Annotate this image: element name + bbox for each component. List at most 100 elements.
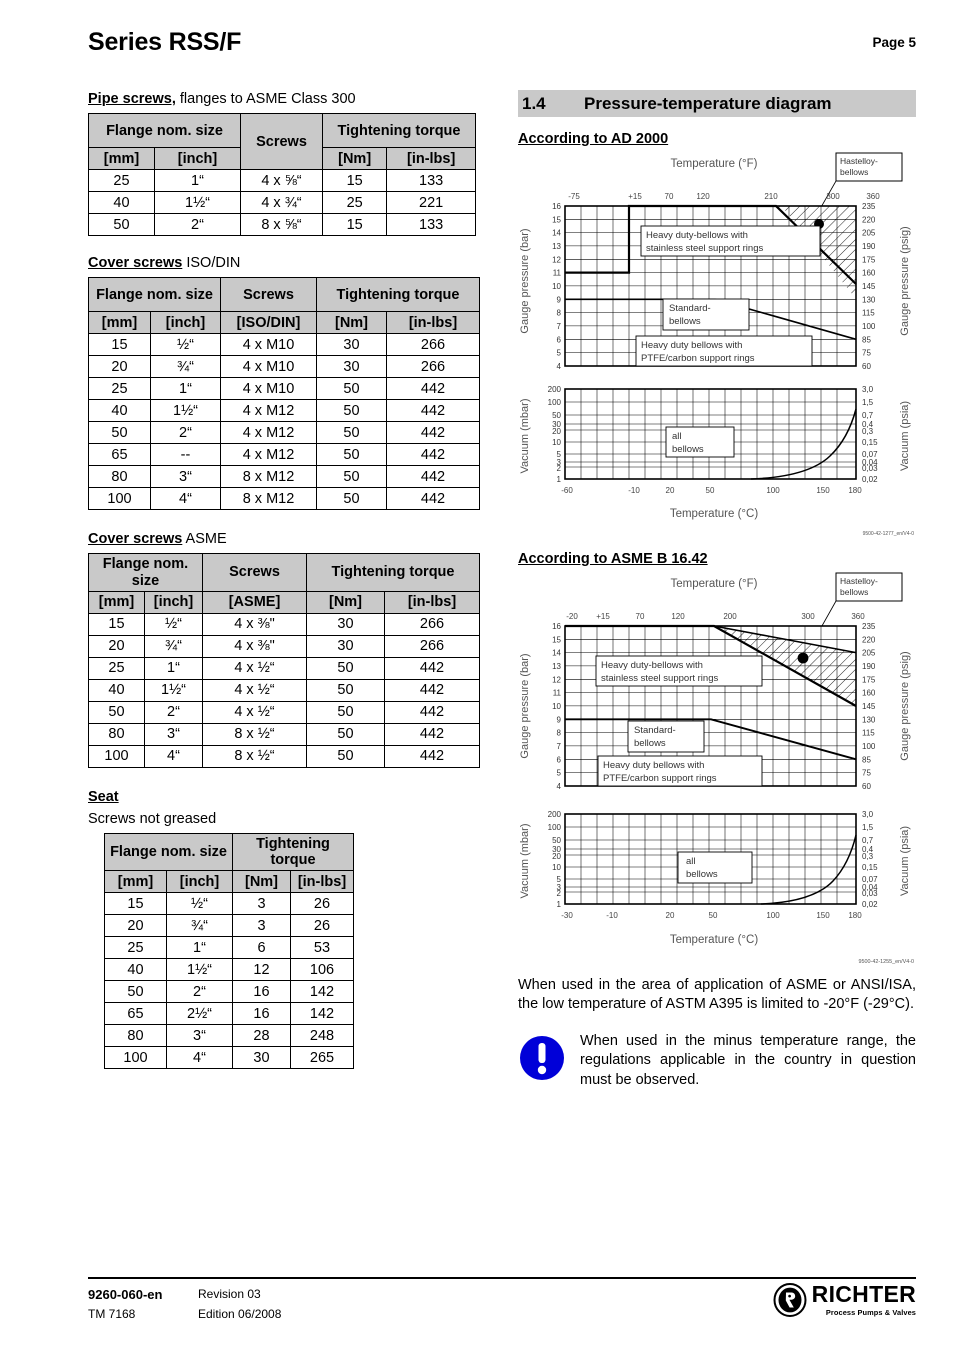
col-mm: [mm] bbox=[104, 870, 167, 894]
table-row: 25 1“ 4 x ⅝“ 15 133 bbox=[88, 169, 476, 193]
svg-text:50: 50 bbox=[709, 911, 718, 920]
svg-text:-10: -10 bbox=[606, 911, 618, 920]
asme-operating-point-marker bbox=[797, 652, 809, 664]
cell-inch: ½“ bbox=[150, 333, 221, 357]
cell-nm: 25 bbox=[321, 191, 388, 215]
cell-mm: 25 bbox=[104, 936, 167, 960]
cell-mm: 100 bbox=[104, 1046, 167, 1070]
svg-text:12: 12 bbox=[552, 675, 561, 684]
svg-text:10: 10 bbox=[552, 863, 561, 872]
cell-inch: 4“ bbox=[144, 744, 203, 768]
diagram-ad2000-heading: According to AD 2000 bbox=[518, 131, 669, 147]
cell-inch: 4“ bbox=[150, 487, 221, 511]
ad2000-vac-yticks-right: 3,01,50,7 0,40,30,15 0,070,040,03 0,02 bbox=[862, 385, 878, 484]
cell-inlbs: 133 bbox=[386, 213, 476, 237]
ad2000-xlabel-top: Temperature (°F) bbox=[670, 158, 757, 170]
table-subheader-row: [mm] [inch] [Nm] [in-lbs] bbox=[104, 870, 354, 894]
cell-nm: 28 bbox=[232, 1024, 291, 1048]
table-row: 100 4“ 8 x ½“ 50 442 bbox=[88, 744, 480, 768]
svg-text:220: 220 bbox=[862, 635, 876, 644]
svg-text:300: 300 bbox=[826, 192, 840, 201]
svg-text:130: 130 bbox=[862, 715, 876, 724]
col-flange-nom-size: Flange nom. size bbox=[88, 277, 221, 313]
svg-text:4: 4 bbox=[557, 362, 562, 371]
svg-text:2: 2 bbox=[557, 464, 562, 473]
svg-text:70: 70 bbox=[636, 612, 645, 621]
cell-inch: ¾“ bbox=[150, 355, 221, 379]
cell-inlbs: 442 bbox=[384, 722, 480, 746]
cell-inlbs: 265 bbox=[290, 1046, 354, 1070]
asme-annot-standard-line2: bellows bbox=[634, 738, 666, 749]
cell-nm: 50 bbox=[316, 421, 387, 445]
cell-mm: 40 bbox=[104, 958, 167, 982]
asme-annot-ptfe-line1: Heavy duty bellows with bbox=[603, 760, 704, 771]
warning-icon-wrap bbox=[518, 1034, 566, 1087]
svg-text:360: 360 bbox=[851, 612, 865, 621]
svg-text:0,15: 0,15 bbox=[862, 438, 878, 447]
cell-nm: 30 bbox=[232, 1046, 291, 1070]
cell-screws: 4 x M12 bbox=[220, 421, 317, 445]
svg-text:14: 14 bbox=[552, 649, 561, 658]
table-row: 50 2“ 4 x ½“ 50 442 bbox=[88, 700, 480, 724]
cell-inch: ¾“ bbox=[166, 914, 233, 938]
svg-text:3,0: 3,0 bbox=[862, 385, 874, 394]
table-row: 65 2½“ 16 142 bbox=[104, 1002, 354, 1026]
cell-mm: 20 bbox=[104, 914, 167, 938]
svg-text:5: 5 bbox=[557, 349, 562, 358]
svg-text:50: 50 bbox=[552, 836, 561, 845]
svg-text:100: 100 bbox=[862, 322, 876, 331]
col-standard: [Nm] bbox=[321, 147, 388, 171]
svg-text:100: 100 bbox=[766, 911, 780, 920]
cell-inch: 3“ bbox=[166, 1024, 233, 1048]
svg-text:0,3: 0,3 bbox=[862, 427, 874, 436]
cover-screws-asme-caption-bold: Cover screws bbox=[88, 531, 183, 548]
cell-mm: 100 bbox=[88, 744, 145, 768]
ad2000-annot-ptfe-line2: PTFE/carbon support rings bbox=[641, 353, 755, 364]
page-header: Series RSS/F Page 5 bbox=[88, 28, 916, 62]
svg-text:175: 175 bbox=[862, 675, 876, 684]
ad2000-yticks-left: 16 15 14 13 12 11 10 9 8 7 6 5 4 bbox=[552, 202, 561, 371]
cell-mm: 50 bbox=[88, 700, 145, 724]
cell-screws: 4 x ¾“ bbox=[240, 191, 323, 215]
svg-text:+15: +15 bbox=[628, 192, 642, 201]
col-mm: [mm] bbox=[88, 147, 155, 171]
svg-text:3,0: 3,0 bbox=[862, 810, 874, 819]
cell-mm: 65 bbox=[88, 443, 151, 467]
cover-screws-iso-caption: Cover screws ISO/DIN bbox=[88, 254, 480, 272]
svg-text:1,5: 1,5 bbox=[862, 398, 874, 407]
asme-vac-yticks-right: 3,01,50,7 0,40,30,15 0,070,040,03 0,02 bbox=[862, 810, 878, 909]
col-standard: [ISO/DIN] bbox=[220, 311, 317, 335]
svg-text:1: 1 bbox=[557, 900, 562, 909]
cell-inlbs: 26 bbox=[290, 914, 354, 938]
page-number: Page 5 bbox=[872, 35, 916, 50]
svg-text:75: 75 bbox=[862, 349, 871, 358]
cell-nm: 3 bbox=[232, 892, 291, 916]
col-tightening-torque: Tightening torque bbox=[316, 277, 480, 313]
ad2000-annot-standard-line1: Standard- bbox=[669, 303, 711, 314]
cell-inch: 2“ bbox=[150, 421, 221, 445]
richter-logo-text-block: RICHTER Process Pumps & Valves bbox=[812, 1283, 916, 1318]
cell-nm: 50 bbox=[316, 399, 387, 423]
cell-inlbs: 442 bbox=[386, 465, 480, 489]
cell-screws: 8 x M12 bbox=[220, 487, 317, 511]
col-tightening-torque: Tightening torque bbox=[232, 832, 354, 872]
asme-vac-xlabel: Temperature (°C) bbox=[670, 934, 758, 946]
ad2000-ylabel-right: Gauge pressure (psig) bbox=[899, 226, 911, 335]
table-row: 50 2“ 4 x M12 50 442 bbox=[88, 421, 480, 445]
footer-revision: Revision 03 bbox=[198, 1287, 261, 1301]
cell-mm: 65 bbox=[104, 1002, 167, 1026]
col-flange-nom-size: Flange nom. size bbox=[88, 113, 241, 149]
table-row: 65 -- 4 x M12 50 442 bbox=[88, 443, 480, 467]
cover-screws-asme-caption: Cover screws ASME bbox=[88, 530, 480, 548]
table-subheader-row: [mm] [inch] [ISO/DIN] [Nm] [in-lbs] bbox=[88, 311, 480, 335]
cell-mm: 50 bbox=[104, 980, 167, 1004]
svg-text:130: 130 bbox=[862, 295, 876, 304]
svg-text:15: 15 bbox=[552, 215, 561, 224]
svg-text:0,03: 0,03 bbox=[862, 889, 878, 898]
cell-nm: 50 bbox=[316, 487, 387, 511]
svg-text:-30: -30 bbox=[561, 911, 573, 920]
svg-text:7: 7 bbox=[557, 322, 562, 331]
table-row: 25 1“ 4 x ½“ 50 442 bbox=[88, 656, 480, 680]
asme-drawing-number: 9500-42-1255_en/V4-0 bbox=[859, 959, 914, 965]
richter-logo-icon bbox=[773, 1283, 807, 1317]
